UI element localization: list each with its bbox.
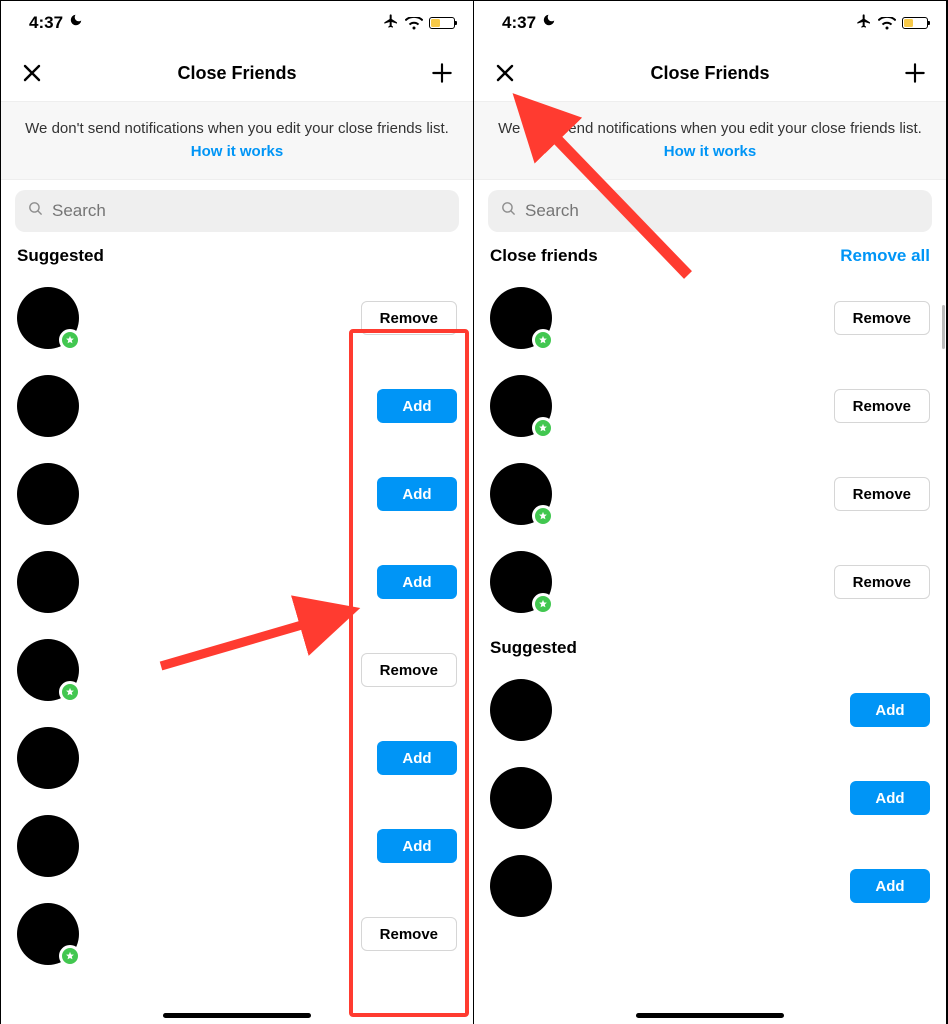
- avatar[interactable]: [17, 639, 79, 701]
- avatar[interactable]: [490, 375, 552, 437]
- avatar[interactable]: [490, 287, 552, 349]
- status-bar: 4:37: [474, 1, 946, 45]
- battery-icon: [429, 17, 455, 29]
- status-time: 4:37: [29, 13, 63, 33]
- close-friend-badge-icon: [59, 329, 81, 351]
- list-item: Add: [17, 538, 457, 626]
- close-friend-badge-icon: [532, 329, 554, 351]
- avatar[interactable]: [17, 903, 79, 965]
- close-friend-badge-icon: [59, 945, 81, 967]
- avatar[interactable]: [17, 463, 79, 525]
- search-input[interactable]: [488, 190, 932, 232]
- avatar[interactable]: [490, 855, 552, 917]
- list-item: Remove: [17, 626, 457, 714]
- home-indicator: [636, 1013, 784, 1018]
- section-title: Suggested: [17, 246, 104, 266]
- search-icon: [500, 200, 517, 222]
- remove-button[interactable]: Remove: [834, 301, 930, 335]
- airplane-mode-icon: [856, 13, 872, 33]
- search-icon: [27, 200, 44, 222]
- page-title: Close Friends: [474, 63, 946, 84]
- avatar[interactable]: [490, 767, 552, 829]
- add-button[interactable]: Add: [377, 389, 457, 423]
- avatar[interactable]: [17, 815, 79, 877]
- info-banner: We don't send notifications when you edi…: [474, 101, 946, 180]
- section-header-suggested: Suggested: [1, 242, 473, 274]
- page-title: Close Friends: [1, 63, 473, 84]
- add-button[interactable]: Add: [850, 781, 930, 815]
- how-it-works-link[interactable]: How it works: [664, 143, 757, 160]
- avatar[interactable]: [17, 375, 79, 437]
- close-friend-badge-icon: [532, 593, 554, 615]
- banner-text: We don't send notifications when you edi…: [25, 120, 449, 137]
- avatar[interactable]: [490, 679, 552, 741]
- wifi-icon: [878, 17, 896, 30]
- avatar[interactable]: [17, 287, 79, 349]
- nav-bar: Close Friends: [474, 45, 946, 101]
- do-not-disturb-icon: [542, 13, 556, 31]
- remove-button[interactable]: Remove: [361, 917, 457, 951]
- search-field[interactable]: [525, 201, 920, 221]
- suggested-list: Remove Add Add Add Remove: [1, 274, 473, 978]
- list-item: Remove: [490, 274, 930, 362]
- pane-right: 4:37 Close Friends We don't send notific…: [474, 1, 947, 1024]
- add-button[interactable]: Add: [377, 477, 457, 511]
- battery-icon: [902, 17, 928, 29]
- status-time: 4:37: [502, 13, 536, 33]
- remove-button[interactable]: Remove: [834, 565, 930, 599]
- avatar[interactable]: [17, 551, 79, 613]
- banner-text: We don't send notifications when you edi…: [498, 120, 922, 137]
- list-item: Add: [17, 714, 457, 802]
- close-button[interactable]: [17, 58, 47, 88]
- section-title: Suggested: [490, 638, 577, 658]
- section-header-close-friends: Close friends Remove all: [474, 242, 946, 274]
- remove-button[interactable]: Remove: [361, 301, 457, 335]
- list-item: Add: [17, 450, 457, 538]
- nav-bar: Close Friends: [1, 45, 473, 101]
- list-item: Add: [17, 802, 457, 890]
- list-item: Remove: [490, 362, 930, 450]
- remove-button[interactable]: Remove: [834, 389, 930, 423]
- add-button[interactable]: Add: [377, 741, 457, 775]
- remove-button[interactable]: Remove: [361, 653, 457, 687]
- add-button[interactable]: Add: [850, 693, 930, 727]
- add-button[interactable]: Add: [377, 829, 457, 863]
- info-banner: We don't send notifications when you edi…: [1, 101, 473, 180]
- avatar[interactable]: [490, 463, 552, 525]
- list-item: Remove: [17, 274, 457, 362]
- home-indicator: [163, 1013, 311, 1018]
- remove-all-link[interactable]: Remove all: [840, 246, 930, 266]
- pane-left: 4:37 Close Friends We don't send notific…: [1, 1, 474, 1024]
- list-item: Remove: [490, 538, 930, 626]
- wifi-icon: [405, 17, 423, 30]
- close-button[interactable]: [490, 58, 520, 88]
- add-button[interactable]: [900, 58, 930, 88]
- add-button[interactable]: Add: [377, 565, 457, 599]
- close-friend-badge-icon: [59, 681, 81, 703]
- list-item: Add: [17, 362, 457, 450]
- list-item: Add: [490, 666, 930, 754]
- list-item: Remove: [17, 890, 457, 978]
- section-title: Close friends: [490, 246, 598, 266]
- search-input[interactable]: [15, 190, 459, 232]
- airplane-mode-icon: [383, 13, 399, 33]
- section-header-suggested: Suggested: [474, 626, 946, 666]
- do-not-disturb-icon: [69, 13, 83, 31]
- suggested-list: Add Add Add: [474, 666, 946, 930]
- close-friend-badge-icon: [532, 417, 554, 439]
- list-item: Add: [490, 842, 930, 930]
- close-friends-list: Remove Remove Remove Remove: [474, 274, 946, 626]
- list-item: Add: [490, 754, 930, 842]
- list-item: Remove: [490, 450, 930, 538]
- status-bar: 4:37: [1, 1, 473, 45]
- avatar[interactable]: [17, 727, 79, 789]
- remove-button[interactable]: Remove: [834, 477, 930, 511]
- avatar[interactable]: [490, 551, 552, 613]
- search-field[interactable]: [52, 201, 447, 221]
- add-button[interactable]: Add: [850, 869, 930, 903]
- add-button[interactable]: [427, 58, 457, 88]
- scrollbar[interactable]: [942, 305, 945, 349]
- how-it-works-link[interactable]: How it works: [191, 143, 284, 160]
- close-friend-badge-icon: [532, 505, 554, 527]
